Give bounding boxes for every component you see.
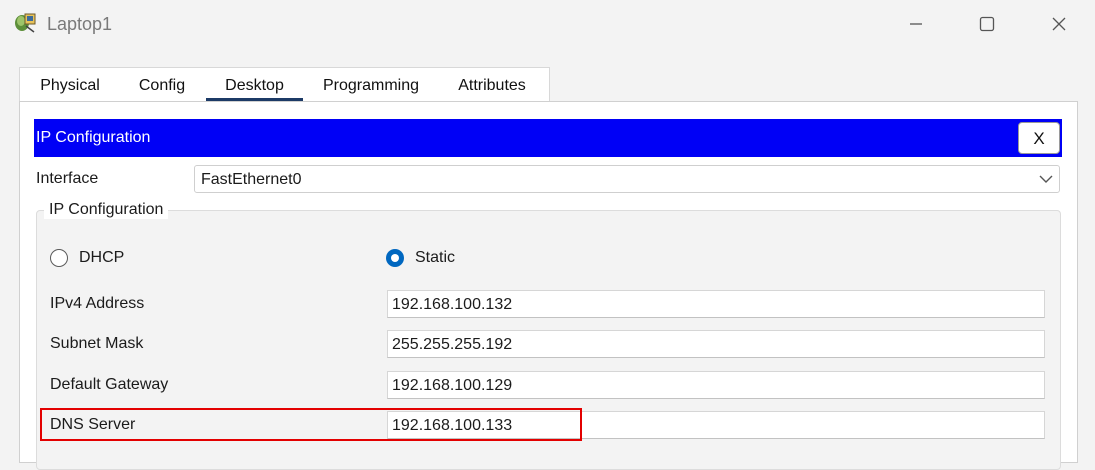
static-radio[interactable]: Static (386, 249, 455, 267)
laptop-app-icon (13, 11, 39, 35)
radio-selected-icon (386, 249, 404, 267)
tab-config[interactable]: Config (132, 68, 192, 103)
minimize-icon (910, 23, 922, 25)
tab-attributes[interactable]: Attributes (452, 68, 532, 103)
interface-select[interactable]: FastEthernet0 (194, 165, 1060, 193)
chevron-down-icon (1039, 175, 1053, 183)
tab-programming[interactable]: Programming (318, 68, 424, 103)
ipv4-address-label: IPv4 Address (50, 295, 145, 312)
tab-bar: Physical Config Desktop Programming Attr… (19, 67, 550, 103)
ip-configuration-group-title: IP Configuration (44, 201, 169, 219)
subnet-mask-label: Subnet Mask (50, 335, 144, 352)
minimize-button[interactable] (893, 9, 939, 39)
maximize-icon (979, 16, 995, 32)
tab-desktop[interactable]: Desktop (206, 68, 303, 103)
interface-label: Interface (36, 170, 99, 187)
title-bar: Laptop1 (0, 0, 1095, 48)
dns-server-label: DNS Server (50, 416, 136, 433)
dhcp-radio[interactable]: DHCP (50, 249, 124, 267)
maximize-button[interactable] (964, 9, 1010, 39)
default-gateway-input[interactable]: 192.168.100.129 (387, 371, 1045, 399)
ip-configuration-header: IP Configuration X (34, 119, 1062, 157)
close-ip-configuration-button[interactable]: X (1018, 122, 1060, 154)
ip-configuration-title: IP Configuration (36, 129, 151, 146)
tab-physical[interactable]: Physical (32, 68, 108, 103)
close-icon (1052, 17, 1066, 31)
dhcp-label: DHCP (79, 249, 125, 266)
interface-value: FastEthernet0 (201, 171, 302, 188)
window-title: Laptop1 (47, 14, 113, 34)
close-window-button[interactable] (1036, 9, 1082, 39)
default-gateway-label: Default Gateway (50, 376, 169, 393)
dns-server-input[interactable]: 192.168.100.133 (387, 411, 1045, 439)
subnet-mask-input[interactable]: 255.255.255.192 (387, 330, 1045, 358)
ipv4-address-input[interactable]: 192.168.100.132 (387, 290, 1045, 318)
static-label: Static (415, 249, 456, 266)
radio-unselected-icon (50, 249, 68, 267)
